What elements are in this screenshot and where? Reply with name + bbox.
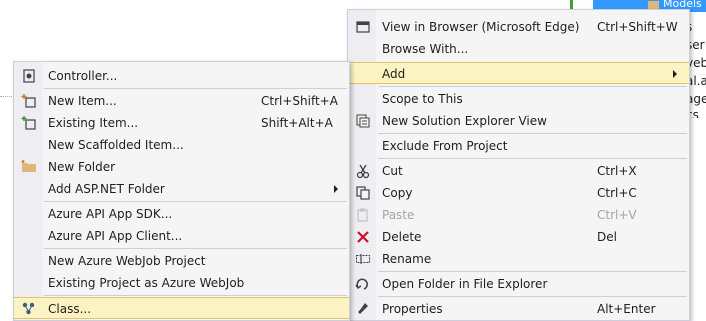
delete-icon (357, 231, 369, 243)
menu-item-label: Browse With... (382, 42, 469, 56)
menu-item-shortcut: Del (597, 230, 617, 244)
menu-item-label: Add ASP.NET Folder (48, 182, 165, 196)
class-icon (22, 302, 35, 315)
menu-item-delete[interactable]: Delete Del (348, 226, 689, 248)
menu-item-label: Open Folder in File Explorer (382, 277, 548, 291)
menu-item-shortcut: Ctrl+X (597, 164, 637, 178)
existing-item-icon (21, 116, 36, 130)
add-submenu: Controller... New Item... Ctrl+Shift+A E… (13, 61, 350, 321)
submenu-arrow-icon (334, 185, 338, 193)
cut-icon (356, 164, 370, 179)
menu-separator (44, 88, 347, 89)
new-item-icon (21, 94, 36, 108)
menu-item-label: Existing Project as Azure WebJob (48, 276, 245, 290)
menu-separator (378, 271, 687, 272)
menu-item-label: Cut (382, 164, 403, 178)
menu-separator (378, 296, 687, 297)
menu-item-label: Exclude From Project (382, 139, 508, 153)
menu-item-controller[interactable]: Controller... (14, 65, 349, 87)
copy-icon (356, 186, 370, 200)
properties-icon (358, 303, 368, 314)
menu-item-label: Delete (382, 230, 422, 244)
menu-item-shortcut: Ctrl+V (597, 208, 637, 222)
menu-item-add-aspnet-folder[interactable]: Add ASP.NET Folder (14, 178, 349, 200)
menu-item-browse-with[interactable]: Browse With... (348, 38, 689, 60)
folder-icon (648, 1, 659, 9)
menu-item-shortcut: Ctrl+Shift+A (261, 94, 338, 108)
menu-item-existing-project-as-webjob[interactable]: Existing Project as Azure WebJob (14, 272, 349, 294)
rename-icon (356, 254, 370, 264)
menu-item-label: New Item... (48, 94, 117, 108)
submenu-arrow-icon (673, 70, 677, 78)
menu-separator (44, 295, 347, 296)
menu-item-label: View in Browser (Microsoft Edge) (382, 20, 580, 34)
menu-item-label: Rename (382, 252, 432, 266)
folder-icon (21, 160, 36, 172)
menu-item-copy[interactable]: Copy Ctrl+C (348, 182, 689, 204)
menu-item-rename[interactable]: Rename (348, 248, 689, 270)
menu-item-shortcut: Shift+Alt+A (261, 116, 333, 130)
menu-item-new-azure-webjob-project[interactable]: New Azure WebJob Project (14, 250, 349, 272)
menu-item-label: Controller... (48, 69, 118, 83)
menu-item-properties[interactable]: Properties Alt+Enter (348, 298, 689, 320)
menu-item-azure-api-app-sdk[interactable]: Azure API App SDK... (14, 203, 349, 225)
menu-item-label: Properties (382, 302, 443, 316)
menu-item-label: Azure API App Client... (48, 229, 183, 243)
menu-separator (44, 201, 347, 202)
menu-item-label: New Scaffolded Item... (48, 138, 184, 152)
menu-separator (378, 158, 687, 159)
menu-item-open-folder[interactable]: Open Folder in File Explorer (348, 273, 689, 295)
menu-item-cut[interactable]: Cut Ctrl+X (348, 160, 689, 182)
menu-item-existing-item[interactable]: Existing Item... Shift+Alt+A (14, 112, 349, 134)
browser-icon (356, 21, 370, 33)
menu-item-label: Azure API App SDK... (48, 207, 173, 221)
menu-item-exclude-from-project[interactable]: Exclude From Project (348, 135, 689, 157)
menu-item-new-solution-explorer-view[interactable]: New Solution Explorer View (348, 110, 689, 132)
menu-item-label: Paste (382, 208, 415, 222)
open-folder-icon (355, 278, 368, 290)
controller-icon (23, 69, 35, 83)
menu-item-label: New Folder (48, 160, 116, 174)
context-menu: View in Browser (Microsoft Edge) Ctrl+Sh… (347, 9, 690, 321)
dotted-divider (0, 96, 12, 97)
solution-view-icon (356, 114, 370, 128)
menu-item-view-in-browser[interactable]: View in Browser (Microsoft Edge) Ctrl+Sh… (348, 16, 689, 38)
menu-item-scope-to-this[interactable]: Scope to This (348, 88, 689, 110)
menu-item-new-scaffolded-item[interactable]: New Scaffolded Item... (14, 134, 349, 156)
menu-item-shortcut: Ctrl+C (597, 186, 637, 200)
menu-item-shortcut: Ctrl+Shift+W (597, 20, 678, 34)
menu-separator (378, 133, 687, 134)
menu-item-new-folder[interactable]: New Folder (14, 156, 349, 178)
menu-item-shortcut: Alt+Enter (597, 302, 656, 316)
menu-item-label: Copy (382, 186, 413, 200)
paste-icon (357, 208, 368, 222)
menu-item-label: Scope to This (382, 92, 463, 106)
menu-item-add[interactable]: Add (348, 62, 689, 84)
menu-item-azure-api-app-client[interactable]: Azure API App Client... (14, 225, 349, 247)
menu-item-label: Class... (48, 302, 92, 316)
menu-item-label: New Azure WebJob Project (48, 254, 206, 268)
menu-separator (378, 86, 687, 87)
menu-item-new-item[interactable]: New Item... Ctrl+Shift+A (14, 90, 349, 112)
menu-item-label: New Solution Explorer View (382, 114, 547, 128)
menu-item-label: Add (382, 67, 406, 81)
menu-separator (44, 248, 347, 249)
menu-item-label: Existing Item... (48, 116, 139, 130)
menu-item-paste[interactable]: Paste Ctrl+V (348, 204, 689, 226)
